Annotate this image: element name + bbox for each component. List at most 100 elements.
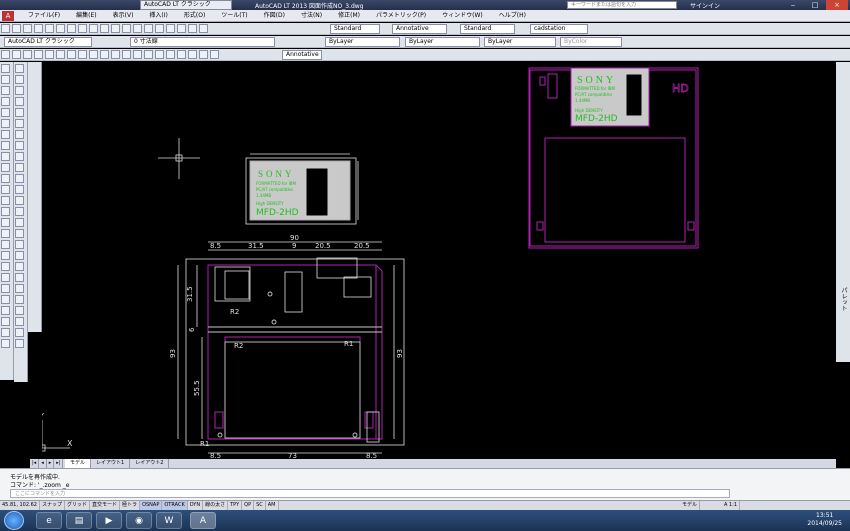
baseline-icon[interactable] [100,50,109,59]
leftpal-tool-25-icon[interactable] [1,339,10,348]
zoom-icon[interactable] [133,24,142,33]
linetype-select[interactable]: ByLayer [405,37,480,47]
leftpal2-tool-14-icon[interactable] [15,218,24,227]
leftpal-tool-13-icon[interactable] [1,207,10,216]
workspace-select[interactable]: AutoCAD LT クラシック [4,37,92,47]
edit-text-icon[interactable] [199,50,208,59]
leftpal-tool-5-icon[interactable] [1,119,10,128]
menu-item-2[interactable]: 表示(V) [105,10,142,22]
leftpal2-tool-6-icon[interactable] [15,130,24,139]
pan-icon[interactable] [122,24,131,33]
paste-icon[interactable] [78,24,87,33]
text-style-select[interactable]: Standard [330,24,380,34]
tab-next-icon[interactable]: ▸ [47,459,55,468]
leftpal-tool-2-icon[interactable] [1,86,10,95]
leftpal2-tool-17-icon[interactable] [15,251,24,260]
search-input[interactable]: キーワードまたは語句を入力 [567,1,677,9]
tab-layout1[interactable]: レイアウト1 [91,459,131,468]
leftpal2-tool-15-icon[interactable] [15,229,24,238]
status-dyn[interactable]: DYN [188,501,204,510]
ordinate-icon[interactable] [34,50,43,59]
leftpal-tool-23-icon[interactable] [1,317,10,326]
leftpal2-tool-4-icon[interactable] [15,108,24,117]
leftpal-tool-19-icon[interactable] [1,273,10,282]
leftpal-tool-4-icon[interactable] [1,108,10,117]
continue-icon[interactable] [111,50,120,59]
maximize-icon[interactable]: □ [804,0,826,10]
leftpal2-tool-12-icon[interactable] [15,196,24,205]
leftpal-tool-6-icon[interactable] [1,130,10,139]
leftpal2-tool-24-icon[interactable] [15,328,24,337]
new-icon[interactable] [1,24,10,33]
leftpal2-tool-20-icon[interactable] [15,284,24,293]
zoom-window-icon[interactable] [144,24,153,33]
leftpal2-tool-8-icon[interactable] [15,152,24,161]
drawing-canvas[interactable]: SONY FORMATTED for IBM PC/AT compatibles… [38,62,836,460]
menu-item-10[interactable]: ウィンドウ(W) [434,10,491,22]
jogged-icon[interactable] [56,50,65,59]
menu-item-7[interactable]: 寸法(N) [293,10,330,22]
tab-first-icon[interactable]: |◂ [30,459,40,468]
quickdim-icon[interactable] [89,50,98,59]
autocad-icon[interactable]: A [190,512,216,529]
status-osnap[interactable]: OSNAP [140,501,163,510]
leftpal2-tool-16-icon[interactable] [15,240,24,249]
dim-style-select[interactable]: Standard [460,24,515,34]
update-icon[interactable] [210,50,219,59]
annotation-scale[interactable]: A 1:1 [722,501,741,510]
status-am[interactable]: AM [266,501,279,510]
cut-icon[interactable] [56,24,65,33]
edit-dim-icon[interactable] [188,50,197,59]
leftpal2-tool-25-icon[interactable] [15,339,24,348]
save-icon[interactable] [23,24,32,33]
chrome-icon[interactable]: ◉ [126,512,152,529]
leftpal-tool-9-icon[interactable] [1,163,10,172]
leftpal2-tool-7-icon[interactable] [15,141,24,150]
layer-select[interactable]: 0 寸法線 [130,37,275,47]
leftpal2-tool-21-icon[interactable] [15,295,24,304]
workspace-switcher[interactable]: AutoCAD LT クラシック [140,0,232,10]
zoom-prev-icon[interactable] [155,24,164,33]
leftpal-tool-14-icon[interactable] [1,218,10,227]
leftpal-tool-24-icon[interactable] [1,328,10,337]
explorer-icon[interactable]: ▤ [66,512,92,529]
leftpal2-tool-23-icon[interactable] [15,317,24,326]
start-button-icon[interactable] [4,511,24,530]
open-icon[interactable] [12,24,21,33]
print-icon[interactable] [34,24,43,33]
leftpal2-tool-19-icon[interactable] [15,273,24,282]
plotstyle-select[interactable]: ByColor [560,37,622,47]
close-icon[interactable]: × [826,0,848,10]
status-ortho[interactable]: 直交モード [90,501,121,510]
help-icon[interactable] [199,24,208,33]
tab-last-icon[interactable]: ▸| [54,459,64,468]
diameter-icon[interactable] [67,50,76,59]
leftpal-tool-3-icon[interactable] [1,97,10,106]
leftpal-tool-20-icon[interactable] [1,284,10,293]
menu-item-0[interactable]: ファイル(F) [20,10,68,22]
status-sc[interactable]: SC [254,501,266,510]
designcenter-icon[interactable] [177,24,186,33]
annotation-scale-select[interactable]: Annotative [282,50,322,60]
aligned-dim-icon[interactable] [12,50,21,59]
leftpal-tool-8-icon[interactable] [1,152,10,161]
leftpal2-tool-0-icon[interactable] [15,64,24,73]
leftpal2-tool-18-icon[interactable] [15,262,24,271]
arc-dim-icon[interactable] [23,50,32,59]
menu-item-3[interactable]: 挿入(I) [141,10,175,22]
redo-icon[interactable] [111,24,120,33]
angular-icon[interactable] [78,50,87,59]
tab-prev-icon[interactable]: ◂ [39,459,47,468]
status-qp[interactable]: QP [242,501,255,510]
menu-item-11[interactable]: ヘルプ(H) [491,10,534,22]
leftpal2-tool-3-icon[interactable] [15,97,24,106]
leftpal2-tool-10-icon[interactable] [15,174,24,183]
jog-icon[interactable] [177,50,186,59]
leftpal2-tool-9-icon[interactable] [15,163,24,172]
leftpal-tool-16-icon[interactable] [1,240,10,249]
app-menu-icon[interactable]: A [2,11,14,21]
leftpal2-tool-11-icon[interactable] [15,185,24,194]
annotative-select[interactable]: Annotative [392,24,447,34]
tool-palettes[interactable]: ツールパレット - すべてのパレット [836,62,850,362]
ie-icon[interactable]: e [36,512,62,529]
